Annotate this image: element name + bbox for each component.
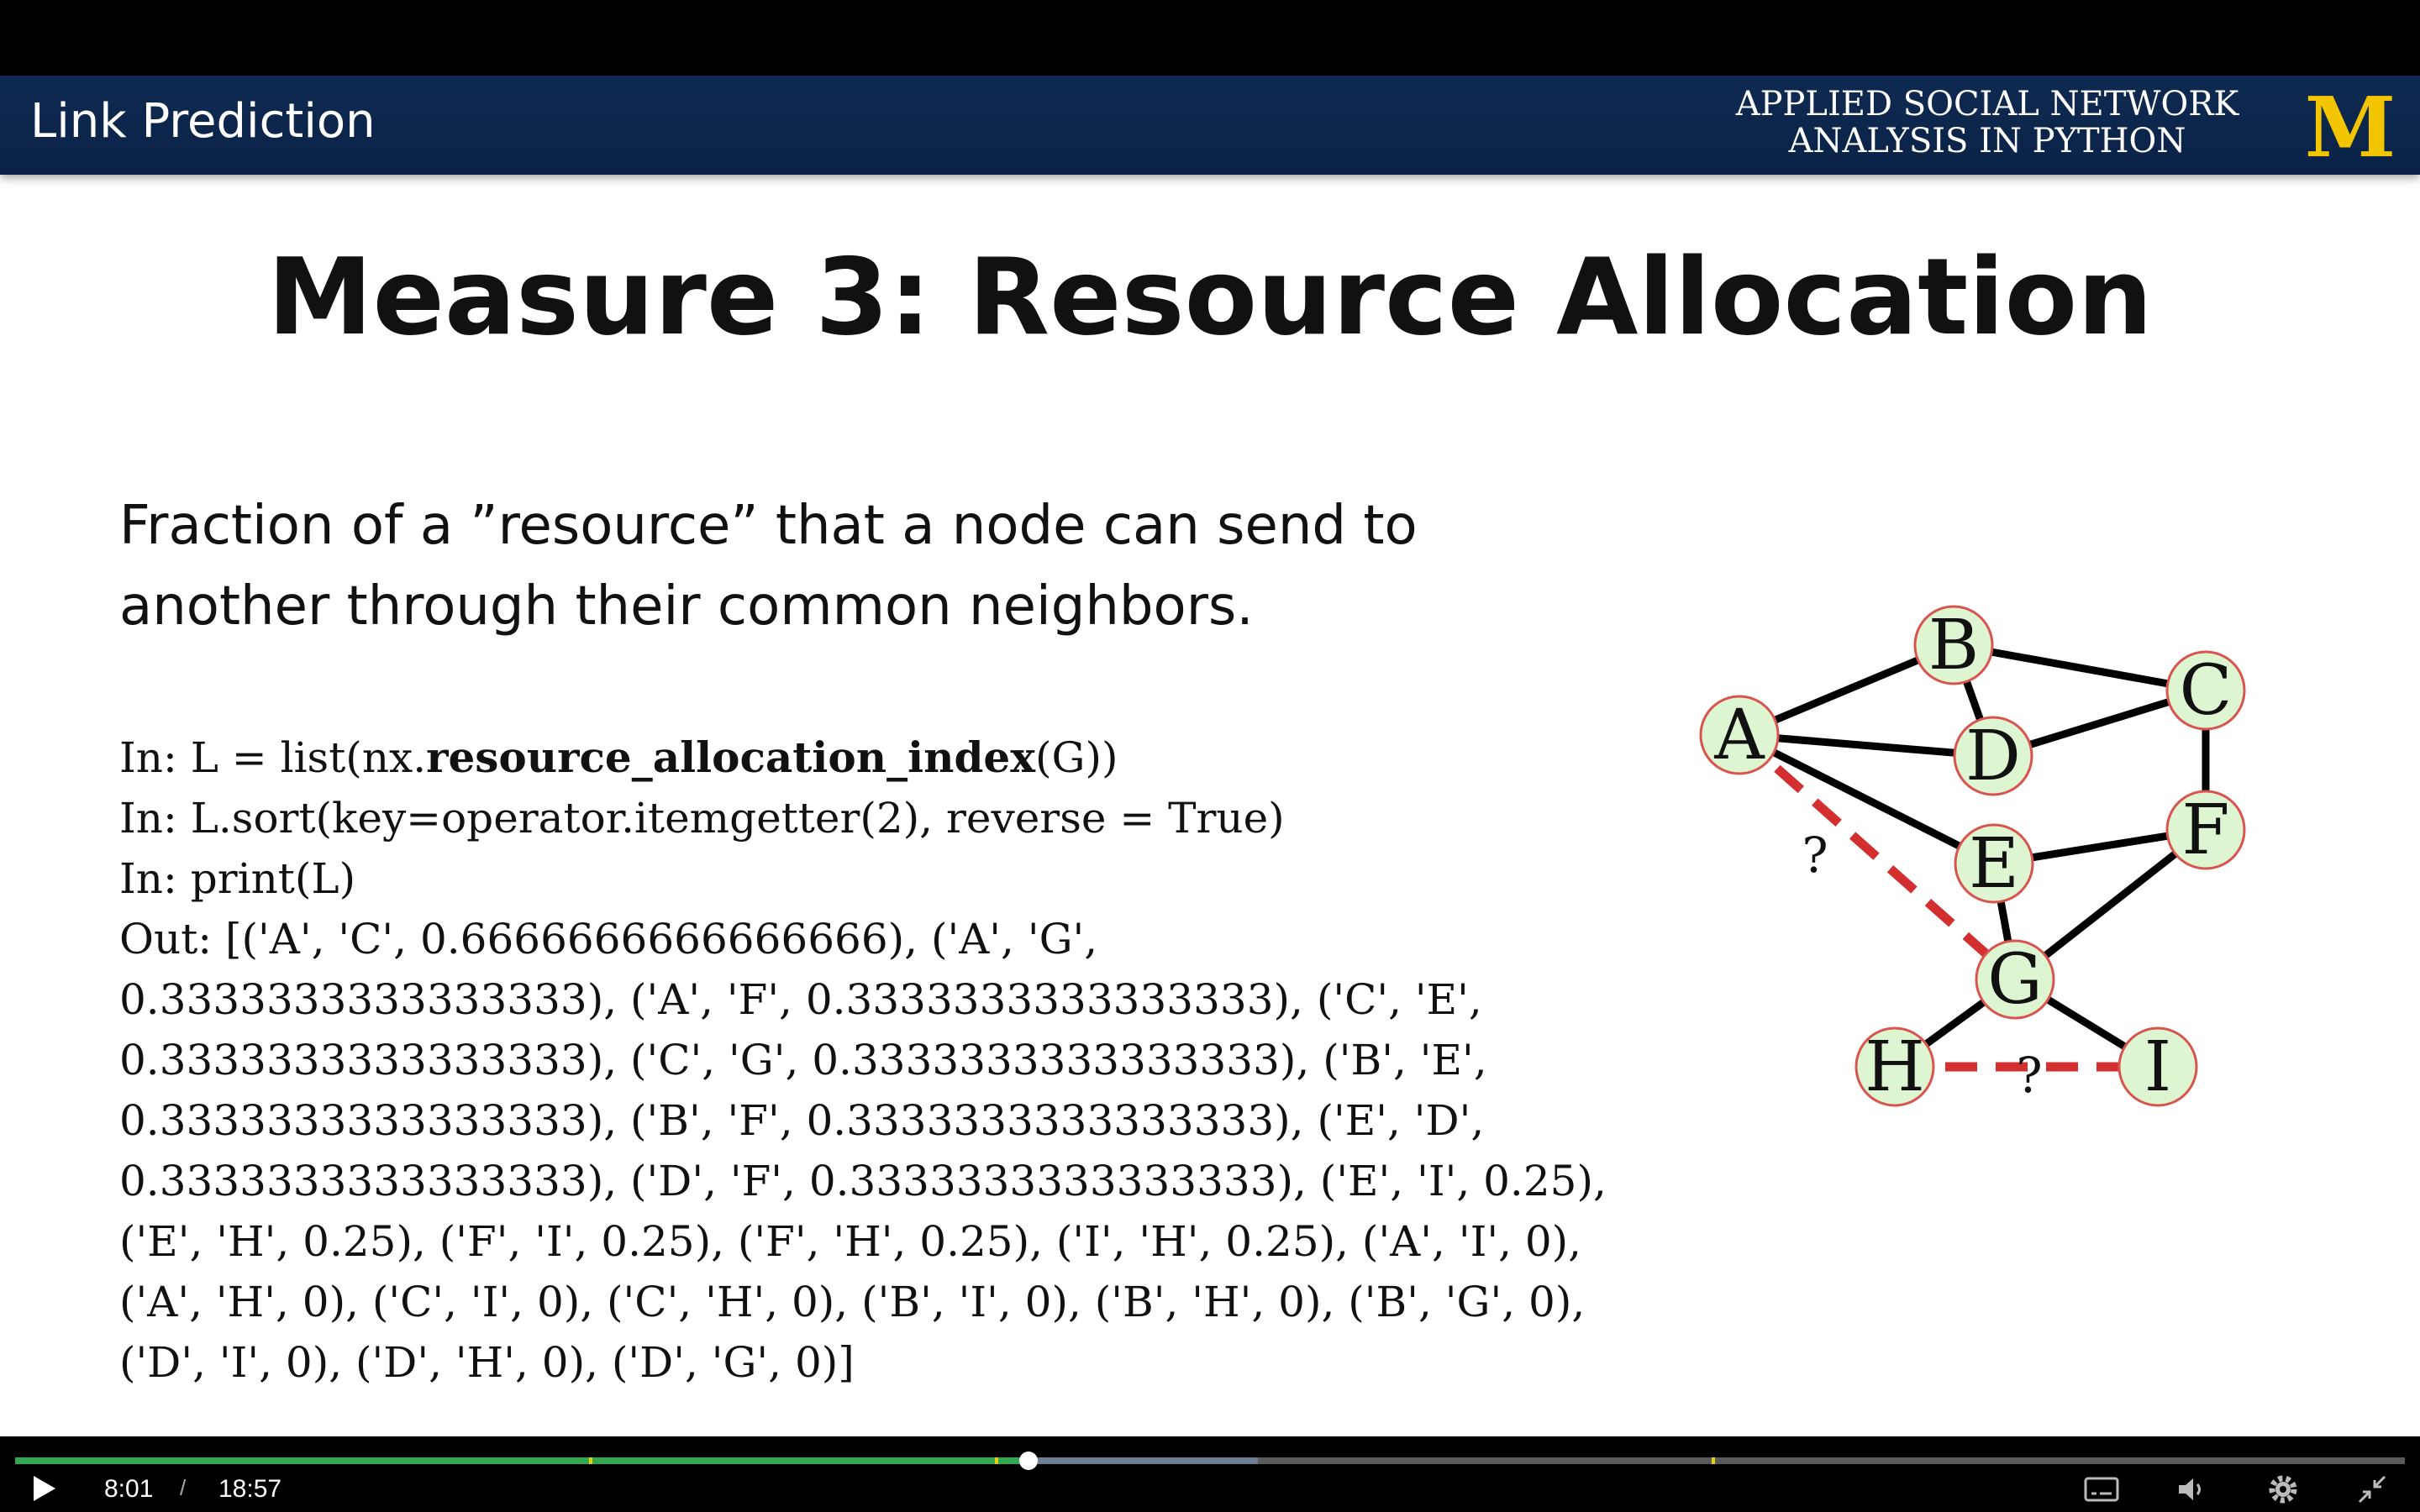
output-line: Out: [('A', 'C', 0.6666666666666666), ('… [119,915,1098,963]
graph-node-label-E: E [1969,824,2019,904]
scrubber-handle[interactable] [1018,1452,1038,1470]
question-mark: ? [1802,827,1828,884]
university-logo: M [2305,89,2396,165]
course-title: APPLIED SOCIAL NETWORK ANALYSIS IN PYTHO… [1723,86,2252,160]
code-line-3: In: print(L) [119,854,356,903]
graph-node-label-G: G [1987,940,2043,1020]
output-line: 0.3333333333333333), ('C', 'G', 0.333333… [119,1036,1487,1084]
chapter-marker [995,1457,999,1464]
output-line: ('A', 'H', 0), ('C', 'I', 0), ('C', 'H',… [119,1278,1586,1326]
output-line: ('D', 'I', 0), ('D', 'H', 0), ('D', 'G',… [119,1338,855,1387]
code-block: In: L = list(nx.resource_allocation_inde… [119,727,1607,1393]
volume-icon[interactable] [2176,1475,2207,1504]
graph-node-label-I: I [2144,1027,2171,1107]
graph-node-label-B: B [1928,606,1979,685]
network-graph: ?? A B C DE F GH I [1699,605,2246,1107]
logo-letter: M [2305,89,2396,165]
video-controls: 8:01 / 18:57 [0,1436,2420,1512]
banner-title: Link Prediction [30,94,376,149]
output-line: 0.3333333333333333), ('B', 'F', 0.333333… [119,1096,1485,1145]
output-line: 0.3333333333333333), ('A', 'F', 0.333333… [119,975,1482,1024]
slide: Link Prediction APPLIED SOCIAL NETWORK A… [0,76,2420,1436]
course-title-line1: APPLIED SOCIAL NETWORK [1735,85,2239,123]
code-line-1: In: L = list(nx.resource_allocation_inde… [119,732,1118,782]
output-line: ('E', 'H', 0.25), ('F', 'I', 0.25), ('F'… [119,1217,1582,1266]
duration: 18:57 [218,1475,282,1503]
played-bar [15,1457,1028,1464]
captions-icon[interactable] [2084,1477,2119,1502]
play-icon[interactable] [29,1473,59,1504]
output-block: Out: [('A', 'C', 0.6666666666666666), ('… [119,909,1607,1393]
time-separator: / [180,1475,187,1500]
function-name: resource_allocation_index [426,732,1036,782]
code-line-2: In: L.sort(key=operator.itemgetter(2), r… [119,794,1285,843]
graph-node-label-D: D [1965,717,2021,796]
current-time: 8:01 [104,1475,154,1503]
graph-node-label-C: C [2180,651,2233,731]
exit-fullscreen-icon[interactable] [2356,1473,2388,1505]
output-line: 0.3333333333333333), ('D', 'F', 0.333333… [119,1157,1607,1205]
progress-bar[interactable] [15,1452,2405,1470]
question-mark: ? [2016,1047,2042,1104]
graph-node-label-F: F [2182,790,2230,870]
chapter-marker [588,1457,592,1464]
settings-icon[interactable] [2267,1473,2299,1505]
description-line: Fraction of a ”resource” that a node can… [119,495,1418,557]
graph-node-label-H: H [1865,1027,1925,1107]
description-line: another through their common neighbors. [119,575,1254,638]
course-title-line2: ANALYSIS IN PYTHON [1788,122,2186,160]
top-letterbox [0,0,2420,76]
slide-description: Fraction of a ”resource” that a node can… [119,486,1548,647]
chapter-marker [1712,1457,1716,1464]
slide-title: Measure 3: Resource Allocation [267,235,2153,359]
graph-node-label-A: A [1713,696,1765,775]
slide-banner: Link Prediction APPLIED SOCIAL NETWORK A… [0,76,2420,175]
